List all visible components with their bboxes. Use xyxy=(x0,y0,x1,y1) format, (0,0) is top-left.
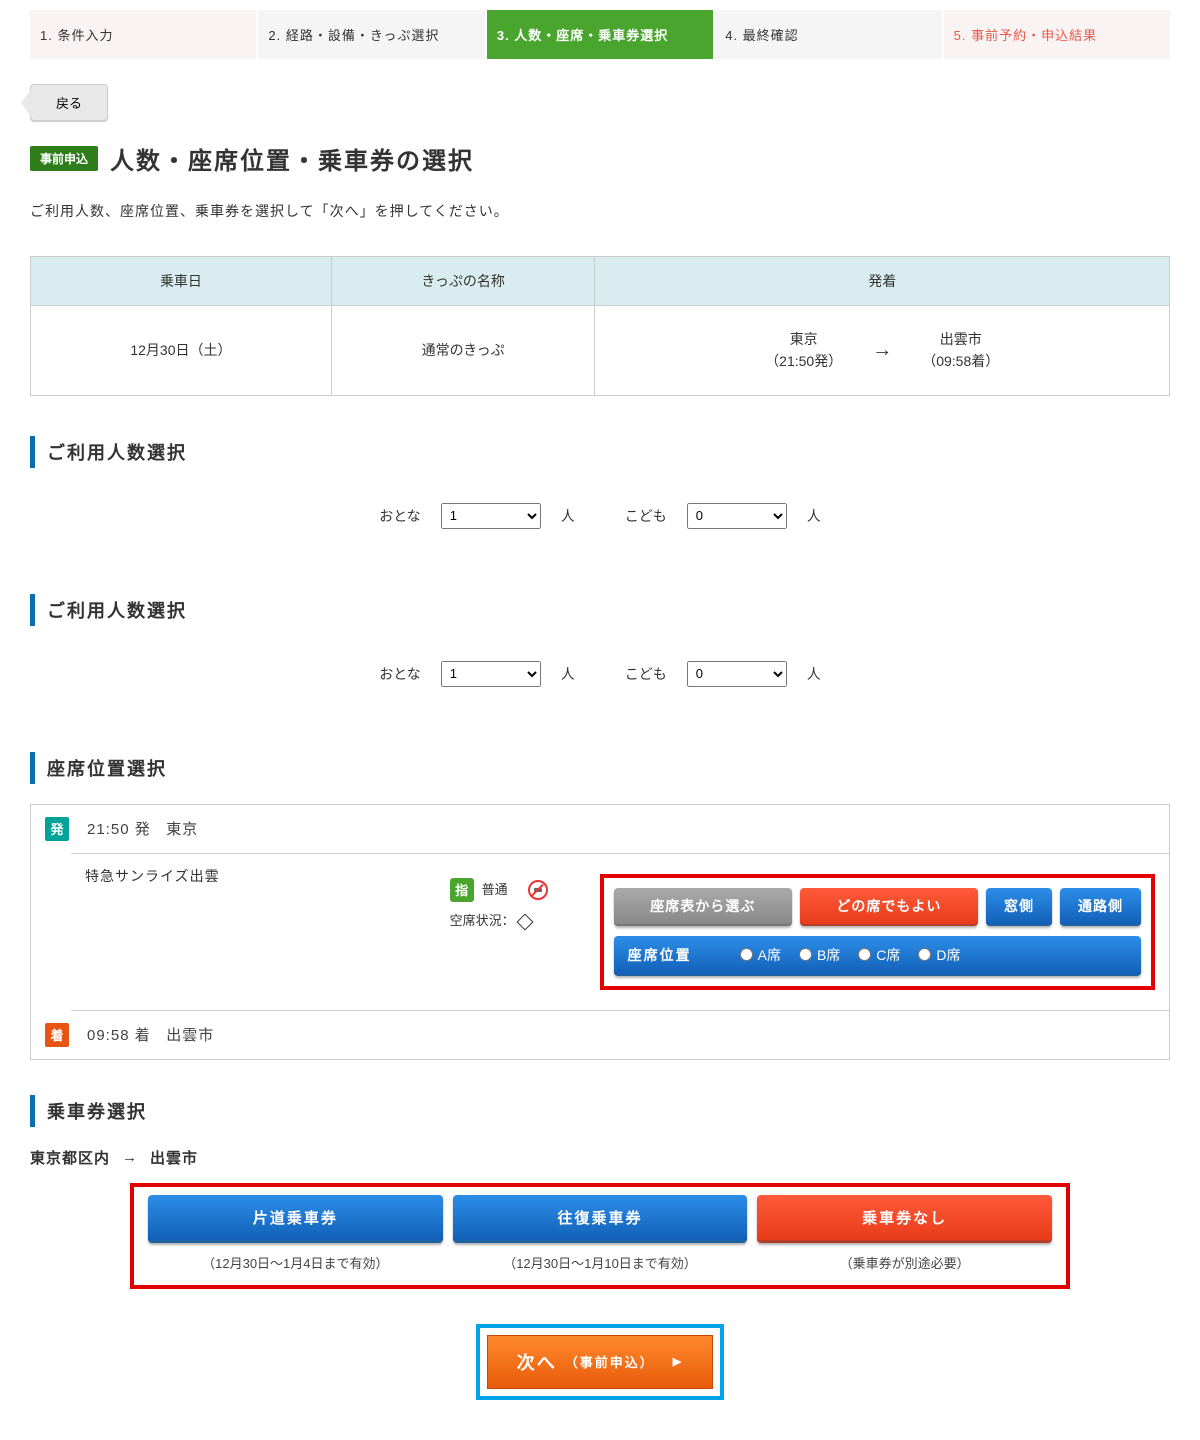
next-highlight: 次へ （事前申込） ▶ xyxy=(476,1324,724,1400)
from-time: （21:50発） xyxy=(765,350,842,372)
next-label: 次へ xyxy=(517,1349,557,1375)
seat-controls: 座席表から選ぶ どの席でもよい 窓側 通路側 座席位置 A席 B席 C席 D席 xyxy=(586,854,1169,1010)
no-ticket-button[interactable]: 乗車券なし xyxy=(757,1195,1052,1243)
th-ticket: きっぷの名称 xyxy=(331,257,595,306)
to-station: 出雲市 xyxy=(922,328,999,350)
seat-selection-box: 発 21:50 発 東京 特急サンライズ出雲 指普通 空席状況： 座席表から選ぶ… xyxy=(30,804,1170,1060)
oneway-note: （12月30日〜1月4日まで有効） xyxy=(148,1243,443,1277)
arrival-row: 着 09:58 着 出雲市 xyxy=(31,1011,1169,1059)
arrow-right-icon: → xyxy=(122,1149,138,1166)
td-route: 東京 （21:50発） → 出雲市 （09:58着） xyxy=(595,306,1170,396)
step-5: 5. 事前予約・申込結果 xyxy=(944,10,1170,59)
next-button[interactable]: 次へ （事前申込） ▶ xyxy=(486,1334,714,1390)
next-sub: （事前申込） xyxy=(565,1352,655,1371)
step-1: 1. 条件入力 xyxy=(30,10,256,59)
route-from: 東京都区内 xyxy=(30,1147,110,1168)
departure-badge: 発 xyxy=(45,817,69,841)
th-route: 発着 xyxy=(595,257,1170,306)
reserved-icon: 指 xyxy=(450,878,474,902)
chevron-right-icon: ▶ xyxy=(673,1355,683,1368)
child-label-2: こども xyxy=(625,664,667,684)
seat-b-option[interactable]: B席 xyxy=(799,945,840,965)
child-label: こども xyxy=(625,506,667,526)
progress-steps: 1. 条件入力 2. 経路・設備・きっぷ選択 3. 人数・座席・乗車券選択 4.… xyxy=(30,10,1170,59)
class-label: 普通 xyxy=(482,882,508,897)
td-date: 12月30日（土） xyxy=(31,306,332,396)
step-3: 3. 人数・座席・乗車券選択 xyxy=(487,10,713,59)
arrival-time: 09:58 着 出雲市 xyxy=(87,1024,214,1045)
seat-a-option[interactable]: A席 xyxy=(740,945,781,965)
passenger-count-row-2: おとな 1 人 こども 0 人 xyxy=(30,646,1170,727)
section-ticket-select: 乗車券選択 xyxy=(30,1095,1170,1127)
title-row: 事前申込 人数・座席位置・乗車券の選択 xyxy=(30,141,1170,176)
adult-label-2: おとな xyxy=(379,664,421,684)
train-name: 特急サンライズ出雲 xyxy=(71,854,436,1010)
ticket-route: 東京都区内 → 出雲市 xyxy=(30,1147,1170,1168)
page-title: 人数・座席位置・乗車券の選択 xyxy=(110,141,474,176)
seat-position-label: 座席位置 xyxy=(628,945,692,965)
ticket-oneway-card: 片道乗車券 （12月30日〜1月4日まで有効） xyxy=(148,1195,443,1277)
ticket-round-card: 往復乗車券 （12月30日〜1月10日まで有効） xyxy=(453,1195,748,1277)
round-note: （12月30日〜1月10日まで有効） xyxy=(453,1243,748,1277)
none-note: （乗車券が別途必要） xyxy=(757,1243,1052,1277)
round-ticket-button[interactable]: 往復乗車券 xyxy=(453,1195,748,1243)
arrow-right-icon: → xyxy=(872,339,892,362)
next-wrap: 次へ （事前申込） ▶ xyxy=(30,1324,1170,1400)
no-smoking-icon xyxy=(528,880,548,900)
seat-body: 特急サンライズ出雲 指普通 空席状況： 座席表から選ぶ どの席でもよい 窓側 通… xyxy=(71,853,1169,1011)
ticket-options-highlight: 片道乗車券 （12月30日〜1月4日まで有効） 往復乗車券 （12月30日〜1月… xyxy=(130,1183,1070,1289)
seat-info: 指普通 空席状況： xyxy=(436,854,586,1010)
any-seat-button[interactable]: どの席でもよい xyxy=(800,888,978,926)
vacancy-diamond-icon xyxy=(516,913,533,930)
child-select-2[interactable]: 0 xyxy=(687,661,787,687)
window-seat-button[interactable]: 窓側 xyxy=(986,888,1052,926)
unit-2: 人 xyxy=(807,506,821,526)
departure-row: 発 21:50 発 東京 xyxy=(31,805,1169,853)
adult-label: おとな xyxy=(379,506,421,526)
seat-controls-highlight: 座席表から選ぶ どの席でもよい 窓側 通路側 座席位置 A席 B席 C席 D席 xyxy=(600,874,1155,990)
adult-select[interactable]: 1 xyxy=(441,503,541,529)
adult-select-2[interactable]: 1 xyxy=(441,661,541,687)
step-2: 2. 経路・設備・きっぷ選択 xyxy=(258,10,484,59)
unit-4: 人 xyxy=(807,664,821,684)
td-ticket: 通常のきっぷ xyxy=(331,306,595,396)
section-passenger-count-2: ご利用人数選択 xyxy=(30,594,1170,626)
route-to: 出雲市 xyxy=(150,1147,198,1168)
back-button[interactable]: 戻る xyxy=(30,84,108,121)
preorder-badge: 事前申込 xyxy=(30,146,98,171)
passenger-count-row-1: おとな 1 人 こども 0 人 xyxy=(30,488,1170,569)
seat-chart-button[interactable]: 座席表から選ぶ xyxy=(614,888,792,926)
step-4: 4. 最終確認 xyxy=(715,10,941,59)
to-time: （09:58着） xyxy=(922,350,999,372)
section-seat-position: 座席位置選択 xyxy=(30,752,1170,784)
seat-c-option[interactable]: C席 xyxy=(858,945,900,965)
seat-position-bar: 座席位置 A席 B席 C席 D席 xyxy=(614,936,1141,976)
section-passenger-count: ご利用人数選択 xyxy=(30,436,1170,468)
departure-time: 21:50 発 東京 xyxy=(87,818,198,839)
oneway-ticket-button[interactable]: 片道乗車券 xyxy=(148,1195,443,1243)
unit-1: 人 xyxy=(561,506,575,526)
from-station: 東京 xyxy=(765,328,842,350)
th-date: 乗車日 xyxy=(31,257,332,306)
instruction-text: ご利用人数、座席位置、乗車券を選択して「次へ」を押してください。 xyxy=(30,201,1170,221)
seat-d-option[interactable]: D席 xyxy=(918,945,960,965)
child-select[interactable]: 0 xyxy=(687,503,787,529)
arrival-badge: 着 xyxy=(45,1023,69,1047)
ticket-none-card: 乗車券なし （乗車券が別途必要） xyxy=(757,1195,1052,1277)
vacancy-label: 空席状況： xyxy=(450,913,515,928)
trip-info-table: 乗車日 きっぷの名称 発着 12月30日（土） 通常のきっぷ 東京 （21:50… xyxy=(30,256,1170,396)
aisle-seat-button[interactable]: 通路側 xyxy=(1060,888,1141,926)
unit-3: 人 xyxy=(561,664,575,684)
